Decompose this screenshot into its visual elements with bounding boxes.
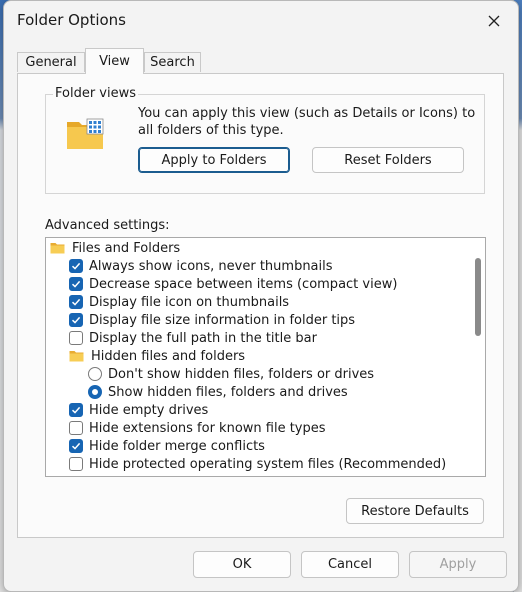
radio-unselected[interactable] [88, 367, 102, 381]
folder-views-group: Folder views You can apply this view (su… [45, 86, 485, 194]
setting-label: Hide protected operating system files (R… [89, 456, 447, 472]
setting-label: Don't show hidden files, folders or driv… [108, 366, 375, 382]
tab-view[interactable]: View [85, 48, 144, 74]
setting-checkbox-row[interactable]: Hide folder merge conflicts [69, 437, 265, 455]
checkmark-icon [71, 442, 81, 450]
checkmark-icon [71, 262, 81, 270]
ok-button[interactable]: OK [193, 551, 291, 578]
setting-label: Hidden files and folders [91, 348, 246, 364]
setting-radio-row[interactable]: Don't show hidden files, folders or driv… [88, 365, 374, 383]
checkmark-icon [71, 316, 81, 324]
close-button[interactable] [478, 7, 510, 35]
folder-options-dialog: Folder Options General View Search Folde… [3, 0, 519, 592]
setting-checkbox-row[interactable]: Display file icon on thumbnails [69, 293, 289, 311]
reset-folders-button[interactable]: Reset Folders [312, 147, 464, 173]
tab-search[interactable]: Search [144, 52, 201, 72]
setting-label: Hide extensions for known file types [89, 420, 326, 436]
folder-views-label: Folder views [53, 86, 139, 101]
setting-label: Display file icon on thumbnails [89, 294, 290, 310]
settings-category: Files and Folders [50, 239, 180, 257]
setting-label: Display file size information in folder … [89, 312, 356, 328]
setting-label: Show hidden files, folders and drives [108, 384, 348, 400]
folder-icon [69, 351, 84, 362]
setting-checkbox-row[interactable]: Display file size information in folder … [69, 311, 355, 329]
radio-selected[interactable] [88, 385, 102, 399]
checkbox-unchecked[interactable] [69, 331, 83, 345]
checkbox-unchecked[interactable] [69, 421, 83, 435]
checkmark-icon [71, 298, 81, 306]
setting-checkbox-row[interactable]: Display the full path in the title bar [69, 329, 317, 347]
view-tab-panel: Folder views You can apply this view (su… [17, 73, 504, 538]
title-bar[interactable]: Folder Options [4, 1, 518, 41]
setting-checkbox-row[interactable]: Always show icons, never thumbnails [69, 257, 333, 275]
close-icon [488, 15, 500, 27]
folder-view-icon [66, 118, 104, 154]
checkbox-unchecked[interactable] [69, 457, 83, 471]
advanced-settings-label: Advanced settings: [45, 218, 170, 233]
setting-label: Files and Folders [72, 240, 181, 256]
setting-checkbox-row[interactable]: Decrease space between items (compact vi… [69, 275, 397, 293]
setting-label: Decrease space between items (compact vi… [89, 276, 398, 292]
settings-category: Hidden files and folders [69, 347, 245, 365]
checkbox-checked[interactable] [69, 313, 83, 327]
checkbox-checked[interactable] [69, 439, 83, 453]
setting-checkbox-row[interactable]: Hide extensions for known file types [69, 419, 326, 437]
setting-label: Hide folder merge conflicts [89, 438, 265, 454]
setting-label: Always show icons, never thumbnails [89, 258, 333, 274]
folder-views-description: You can apply this view (such as Details… [138, 106, 476, 138]
dialog-title: Folder Options [17, 11, 126, 29]
apply-button[interactable]: Apply [409, 551, 507, 578]
list-scrollbar-thumb[interactable] [475, 258, 481, 336]
checkbox-checked[interactable] [69, 277, 83, 291]
cancel-button[interactable]: Cancel [301, 551, 399, 578]
checkmark-icon [71, 406, 81, 414]
setting-label: Display the full path in the title bar [89, 330, 317, 346]
checkbox-checked[interactable] [69, 295, 83, 309]
setting-checkbox-row[interactable]: Hide empty drives [69, 401, 208, 419]
folder-icon [50, 243, 65, 254]
checkbox-checked[interactable] [69, 403, 83, 417]
apply-to-folders-button[interactable]: Apply to Folders [138, 147, 290, 173]
setting-label: Hide empty drives [89, 402, 209, 418]
restore-defaults-button[interactable]: Restore Defaults [346, 498, 484, 524]
setting-radio-row[interactable]: Show hidden files, folders and drives [88, 383, 348, 401]
setting-checkbox-row[interactable]: Hide protected operating system files (R… [69, 455, 446, 473]
checkbox-checked[interactable] [69, 259, 83, 273]
tab-general[interactable]: General [17, 52, 85, 72]
advanced-settings-list[interactable]: Files and Folders Always show icons, neve… [45, 237, 486, 477]
checkmark-icon [71, 280, 81, 288]
